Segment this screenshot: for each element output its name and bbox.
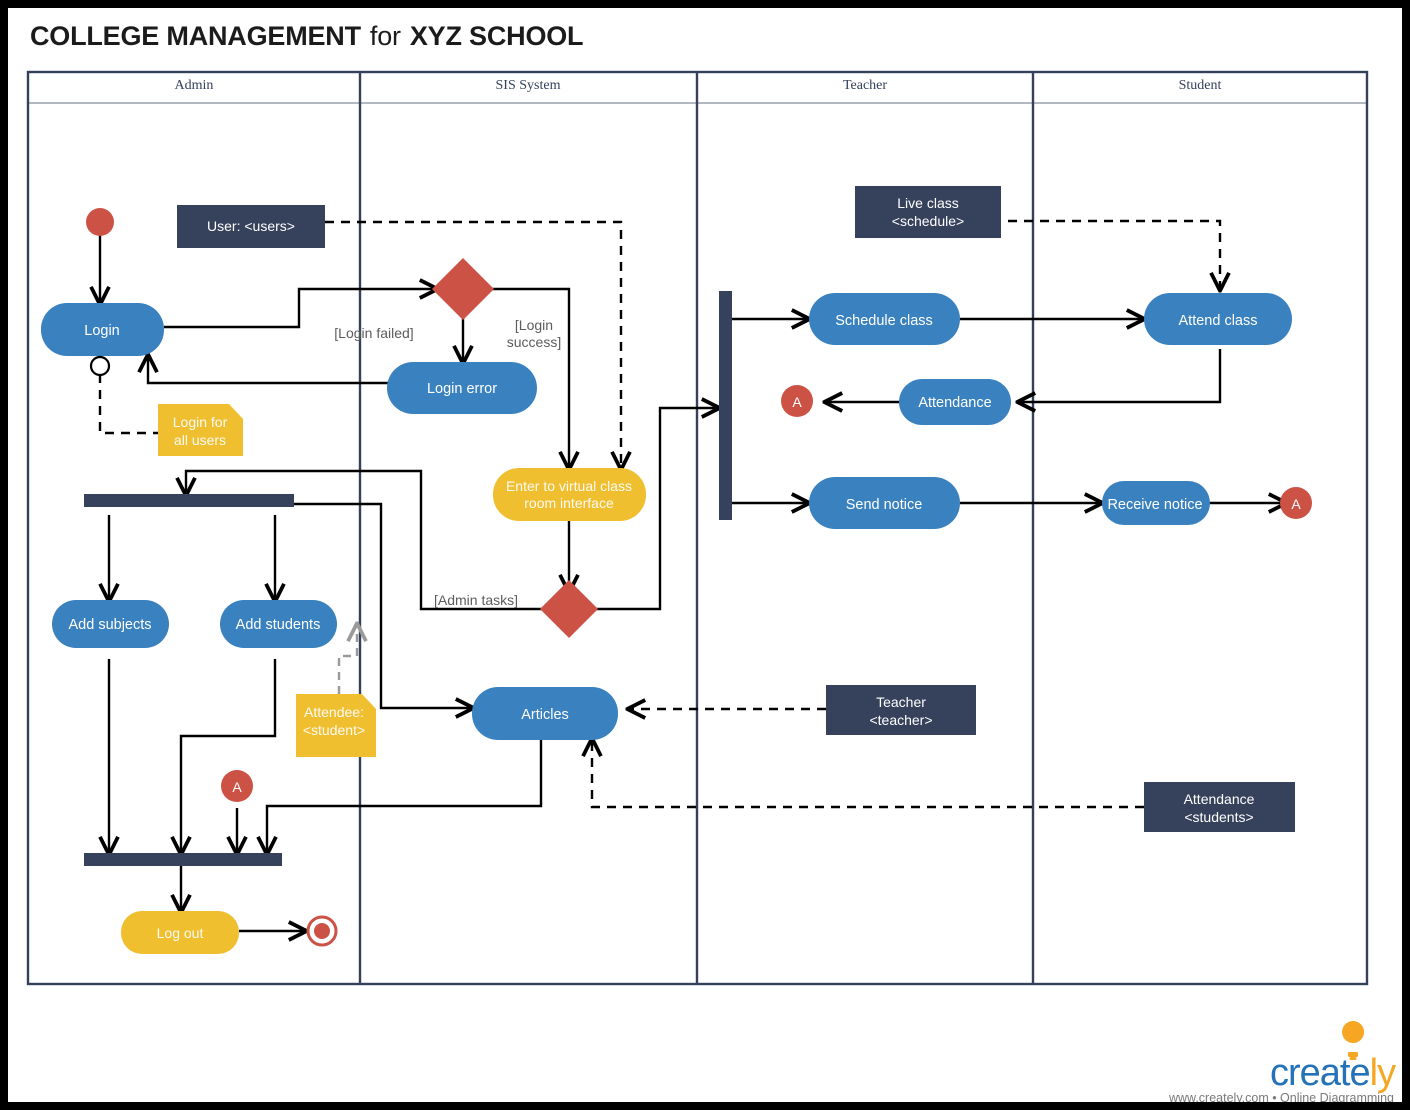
activity-send-notice[interactable]: Send notice: [809, 477, 960, 529]
activity-receive-notice-label: Receive notice: [1107, 497, 1202, 513]
activity-entervc-line2: room interface: [524, 495, 614, 511]
swimlane-header-student: Student: [1179, 78, 1222, 93]
connector-a-teacher[interactable]: A: [781, 385, 813, 417]
activity-add-students-label: Add students: [236, 617, 321, 633]
activity-attendance-label: Attendance: [918, 395, 991, 411]
activity-login-label: Login: [84, 323, 119, 339]
activity-add-students[interactable]: Add students: [220, 600, 337, 648]
note-login-line2: all users: [174, 432, 226, 448]
activity-log-out[interactable]: Log out: [121, 911, 239, 954]
guard-admin-tasks: [Admin tasks]: [434, 592, 518, 608]
activity-attendance[interactable]: Attendance: [899, 379, 1011, 425]
object-attendance[interactable]: Attendance <students>: [1144, 782, 1295, 832]
swimlane-header-teacher: Teacher: [843, 78, 887, 93]
connector-a-student[interactable]: A: [1280, 487, 1312, 519]
object-teacher-line2: <teacher>: [869, 712, 932, 728]
activity-send-notice-label: Send notice: [846, 497, 923, 513]
object-live-class-line2: <schedule>: [892, 213, 964, 229]
activity-add-subjects[interactable]: Add subjects: [52, 600, 169, 648]
guard-login-success-line2: success]: [507, 334, 561, 350]
guard-login-failed: [Login failed]: [334, 325, 413, 341]
activity-enter-virtual-classroom[interactable]: Enter to virtual class room interface: [493, 468, 646, 521]
activity-schedule-class[interactable]: Schedule class: [809, 293, 960, 345]
object-teacher[interactable]: Teacher <teacher>: [826, 685, 976, 735]
note-attendee-line2: <student>: [303, 722, 365, 738]
swimlane-header-sis: SIS System: [496, 78, 561, 93]
login-pin[interactable]: [89, 355, 111, 377]
activity-schedule-class-label: Schedule class: [835, 313, 933, 329]
activity-receive-notice[interactable]: Receive notice: [1102, 481, 1210, 525]
connector-a-admin-label: A: [232, 779, 242, 795]
connector-a-student-label: A: [1291, 496, 1301, 512]
fork-bar-admin[interactable]: [84, 494, 294, 507]
object-teacher-line1: Teacher: [876, 694, 926, 710]
object-attendance-line2: <students>: [1184, 809, 1253, 825]
final-node[interactable]: [306, 915, 338, 947]
connector-a-admin[interactable]: A: [221, 770, 253, 802]
note-attendee-line1: Attendee:: [304, 704, 364, 720]
object-live-class-line1: Live class: [897, 195, 958, 211]
swimlane-header-admin: Admin: [175, 78, 214, 93]
object-user-label: User: <users>: [207, 218, 295, 234]
object-live-class[interactable]: Live class <schedule>: [855, 186, 1001, 238]
activity-attend-class-label: Attend class: [1179, 313, 1258, 329]
note-attendee-student[interactable]: Attendee: <student>: [296, 694, 376, 757]
activity-add-subjects-label: Add subjects: [68, 617, 151, 633]
creately-tagline: www.creately.com • Online Diagramming: [1168, 1091, 1394, 1102]
object-attendance-line1: Attendance: [1184, 791, 1255, 807]
connector-a-teacher-label: A: [792, 394, 802, 410]
guard-login-success-line1: [Login: [515, 317, 553, 333]
screenshot-root: COLLEGE MANAGEMENT for XYZ SCHOOL Admin SI…: [0, 0, 1410, 1110]
note-login-all-users[interactable]: Login for all users: [158, 404, 243, 456]
initial-node[interactable]: [86, 208, 114, 236]
note-login-line1: Login for: [173, 414, 228, 430]
activity-entervc-line1: Enter to virtual class: [506, 478, 632, 494]
activity-articles[interactable]: Articles: [472, 687, 618, 740]
activity-attend-class[interactable]: Attend class: [1144, 293, 1292, 345]
activity-log-out-label: Log out: [157, 925, 204, 941]
activity-login-error-label: Login error: [427, 381, 497, 397]
diagram-canvas: COLLEGE MANAGEMENT for XYZ SCHOOL Admin SI…: [8, 8, 1402, 1102]
page-title: COLLEGE MANAGEMENT for XYZ SCHOOL: [30, 21, 583, 51]
activity-articles-label: Articles: [521, 707, 569, 723]
object-user[interactable]: User: <users>: [177, 205, 325, 248]
activity-login-error[interactable]: Login error: [387, 362, 537, 414]
activity-login[interactable]: Login: [41, 303, 164, 356]
activity-diagram-svg: COLLEGE MANAGEMENT for XYZ SCHOOL Admin SI…: [8, 8, 1402, 1102]
creately-logo-text: creately: [1270, 1052, 1396, 1094]
join-bar-admin[interactable]: [84, 853, 282, 866]
fork-bar-teacher[interactable]: [719, 291, 732, 520]
